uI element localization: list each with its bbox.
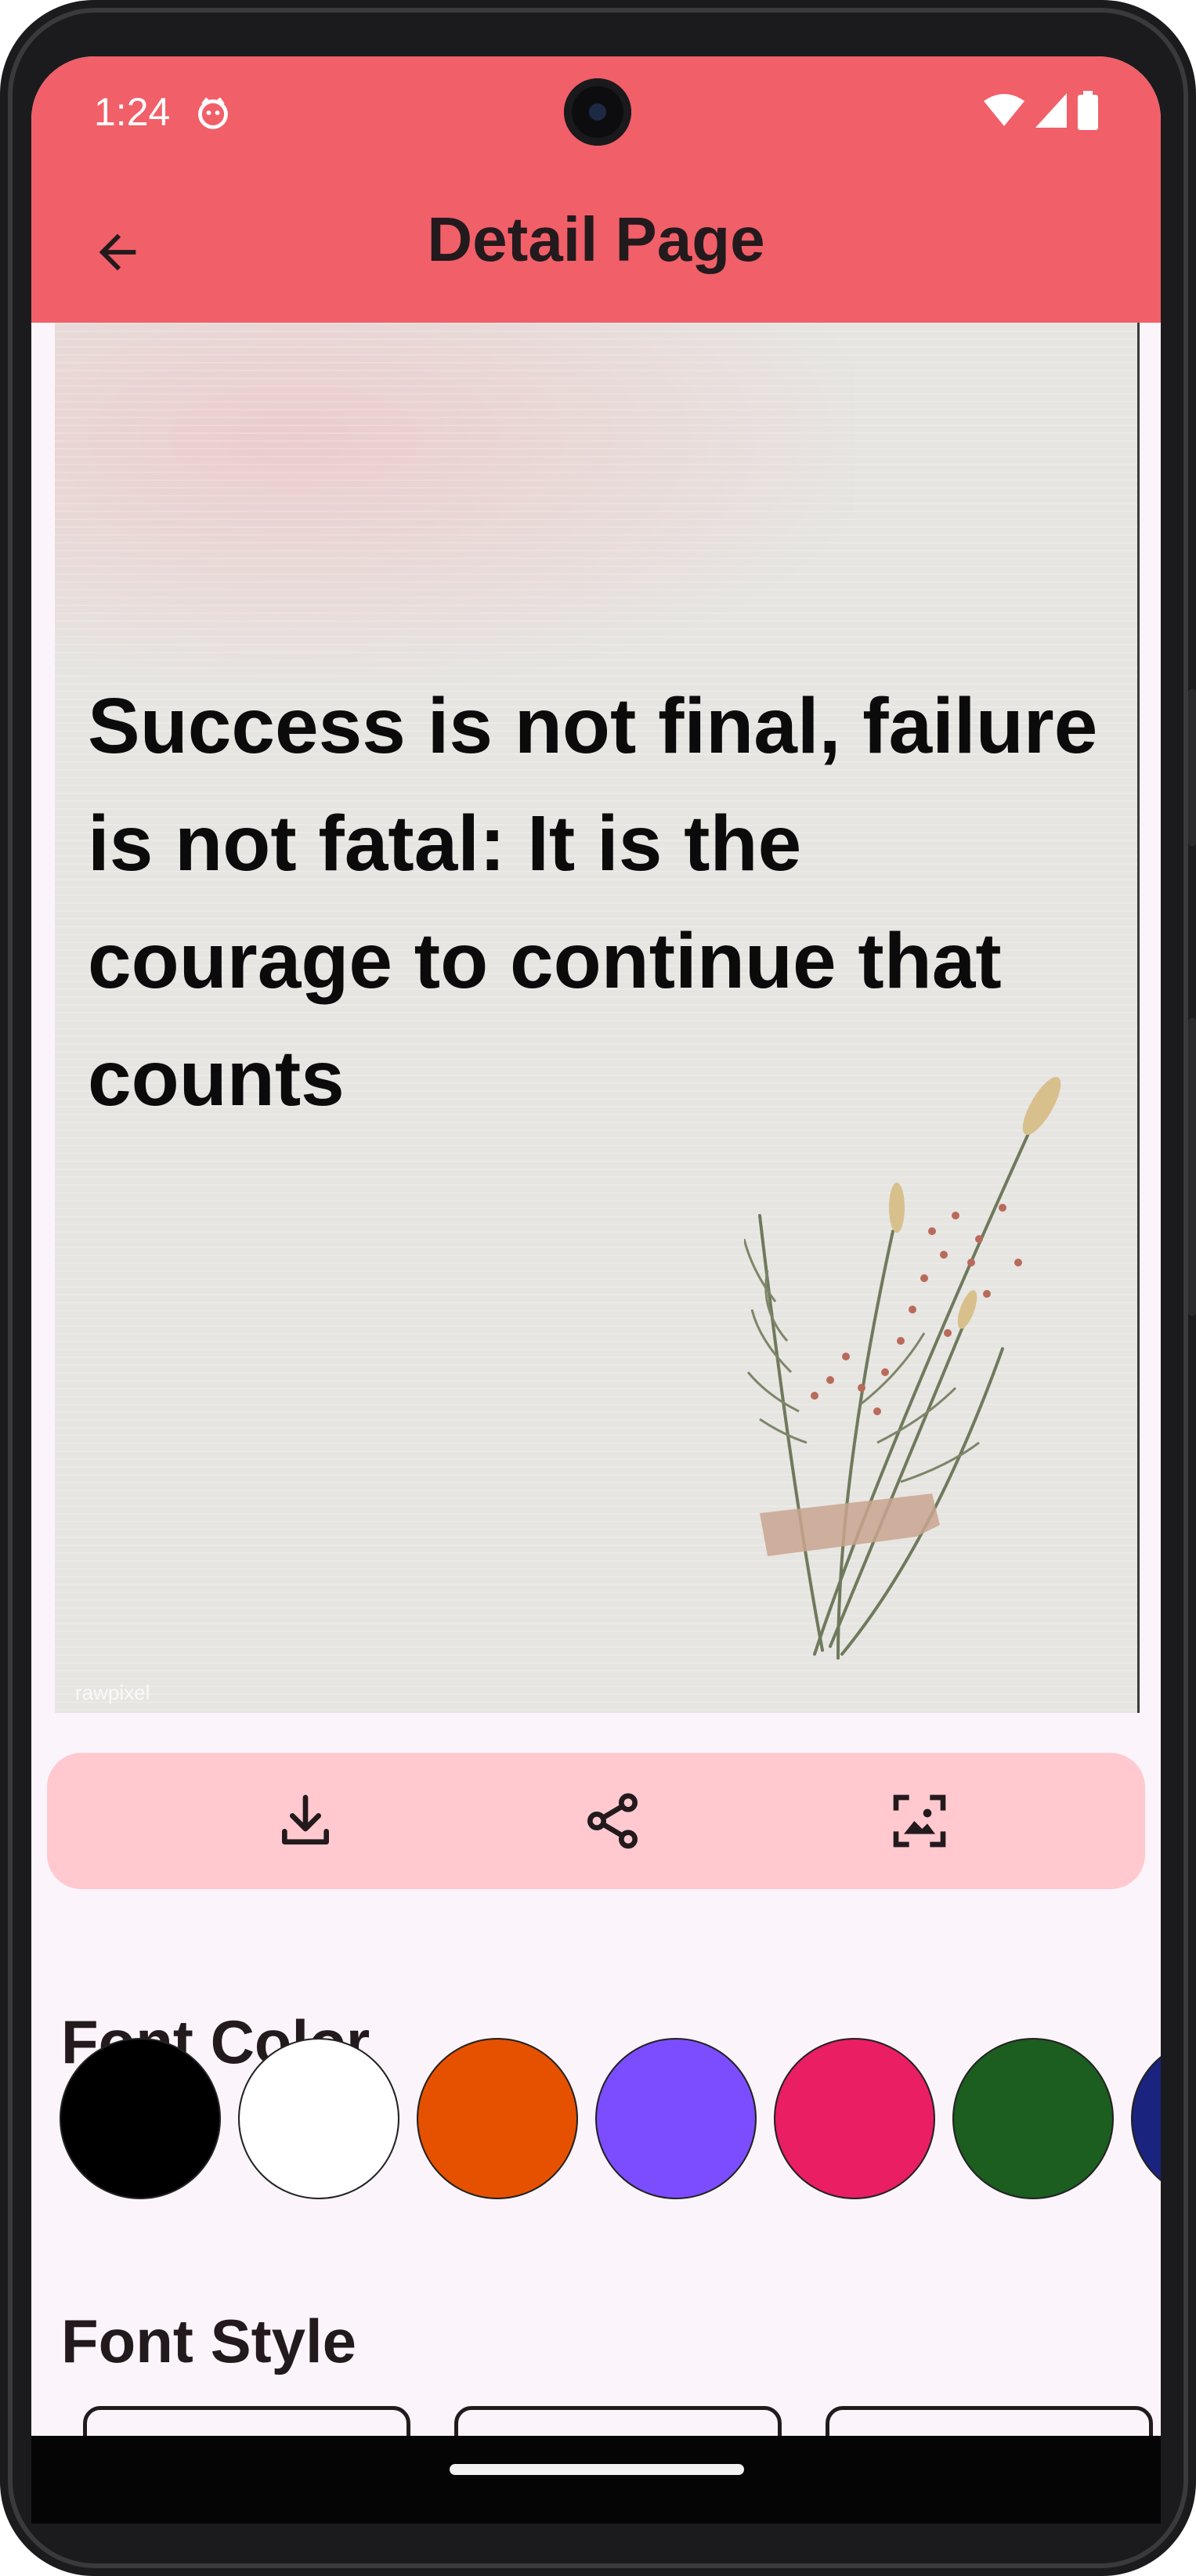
share-button[interactable] — [573, 1782, 652, 1860]
screen: 1:24 Detail Page Success is not final, f… — [31, 56, 1161, 2475]
page-title: Detail Page — [427, 204, 765, 274]
color-swatch-navy[interactable] — [1131, 2038, 1161, 2199]
download-button[interactable] — [266, 1782, 345, 1860]
quote-text: Success is not final, failure is not fat… — [88, 682, 1098, 1122]
signal-icon — [1035, 93, 1067, 128]
color-swatch-green[interactable] — [952, 2038, 1114, 2199]
home-gesture-pill[interactable] — [450, 2464, 744, 2475]
set-wallpaper-button[interactable] — [880, 1782, 959, 1860]
wifi-icon — [984, 94, 1024, 126]
phone-frame: 1:24 Detail Page Success is not final, f… — [0, 0, 1196, 2576]
color-swatch-orange[interactable] — [417, 2038, 578, 2199]
action-bar — [47, 1753, 1145, 1889]
color-swatch-white[interactable] — [238, 2038, 399, 2199]
app-bar: 1:24 Detail Page — [31, 56, 1161, 323]
dried-flowers-illustration — [744, 1076, 1061, 1660]
color-swatch-pink[interactable] — [774, 2038, 935, 2199]
status-icons — [984, 91, 1098, 130]
front-camera — [564, 78, 631, 146]
navigation-bar — [31, 2436, 1161, 2524]
status-time: 1:24 — [94, 90, 171, 134]
watermark: rawpixel — [75, 1681, 150, 1704]
battery-icon — [1078, 91, 1098, 130]
volume-button — [1188, 689, 1196, 846]
download-icon — [282, 1794, 329, 1844]
color-swatch-black[interactable] — [60, 2038, 221, 2199]
color-swatch-purple[interactable] — [595, 2038, 757, 2199]
font-style-title: Font Style — [61, 2307, 357, 2375]
notification-icon — [198, 97, 228, 129]
share-icon — [587, 1793, 638, 1849]
quote-card: Success is not final, failure is not fat… — [55, 323, 1140, 1713]
wallpaper-icon — [893, 1794, 946, 1848]
power-button — [1188, 1018, 1196, 1316]
